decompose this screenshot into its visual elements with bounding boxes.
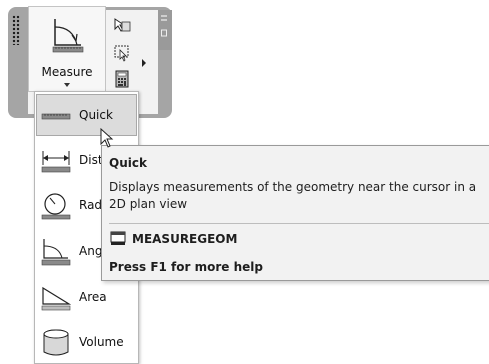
mouse-cursor-icon [100,128,114,148]
volume-icon [43,329,69,356]
ruler-icon [41,113,71,120]
measure-label: Measure [41,65,93,79]
menu-item-label: Volume [79,335,124,349]
tooltip-command-name: MEASUREGEOM [132,232,238,246]
tooltip-divider [109,223,489,224]
chevron-down-icon [64,83,70,87]
radius-icon [41,193,71,220]
select-cursor-icon[interactable] [113,17,131,35]
menu-item-label: Dist [79,153,103,167]
tooltip-help-text: Press F1 for more help [109,260,263,274]
menu-item-quick[interactable]: Quick [36,94,137,136]
tooltip: Quick Displays measurements of the geome… [101,145,489,281]
expand-arrow-icon[interactable] [140,58,148,68]
menu-item-area[interactable]: Area [37,277,136,317]
measure-angle-icon [52,19,84,53]
panel-options-icon[interactable] [160,14,168,40]
tooltip-title: Quick [109,156,147,170]
select-window-icon[interactable] [113,44,131,62]
command-line-icon [110,231,126,245]
panel-grip[interactable] [12,15,20,45]
tooltip-description: Displays measurements of the geometry ne… [109,180,477,211]
angle-icon [41,239,71,266]
calculator-icon[interactable] [113,70,131,88]
distance-icon [41,151,71,173]
menu-item-label: Area [79,290,107,304]
menu-item-volume[interactable]: Volume [37,322,136,362]
menu-item-label: Rad [79,198,103,212]
menu-item-label: Ang [79,244,103,258]
measure-button[interactable]: Measure [28,6,106,92]
area-icon [41,286,71,311]
